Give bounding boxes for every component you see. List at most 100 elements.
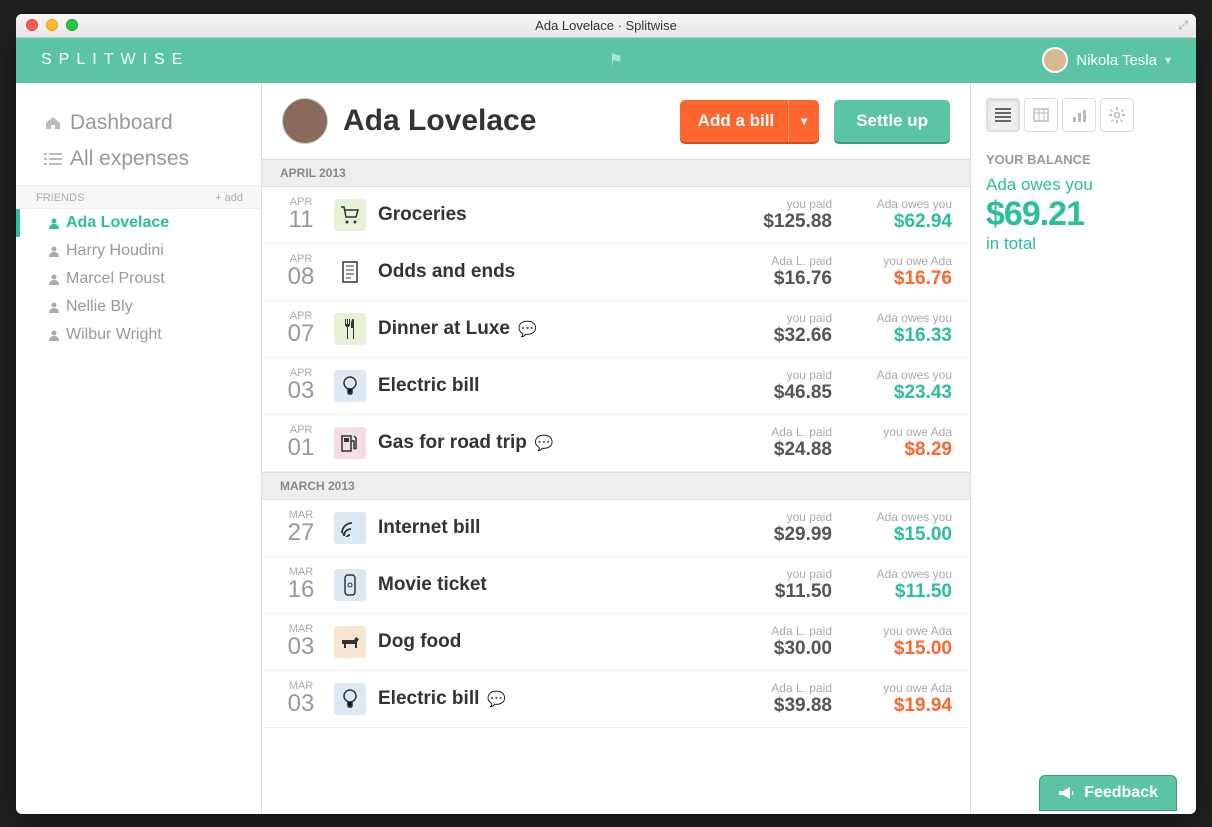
expense-row[interactable]: APR11Groceriesyou paid$125.88Ada owes yo… <box>262 187 970 244</box>
friend-name: Ada Lovelace <box>66 214 169 232</box>
expense-row[interactable]: MAR16 Movie ticketyou paid$11.50Ada owes … <box>262 557 970 614</box>
category-icon <box>334 626 366 658</box>
view-list-button[interactable] <box>986 98 1020 132</box>
expense-description: Movie ticket <box>378 574 712 596</box>
view-chart-button[interactable] <box>1062 98 1096 132</box>
settle-up-button[interactable]: Settle up <box>834 100 950 142</box>
chevron-down-icon: ▾ <box>1165 53 1171 67</box>
category-icon <box>334 199 366 231</box>
paid-column: Ada L. paid$39.88 <box>712 681 832 717</box>
friends-header-label: FRIENDS <box>36 192 84 204</box>
user-menu[interactable]: Nikola Tesla ▾ <box>1042 47 1171 73</box>
balance-line2: in total <box>986 234 1181 254</box>
expense-description: Groceries <box>378 204 712 226</box>
expense-row[interactable]: MAR03Electric bill 💬Ada L. paid$39.88you… <box>262 671 970 728</box>
person-icon <box>48 273 60 285</box>
owe-column: Ada owes you$23.43 <box>832 368 952 404</box>
expense-date: APR03 <box>280 368 322 403</box>
nav-dashboard-label: Dashboard <box>70 111 173 135</box>
list-icon <box>44 152 62 166</box>
sidebar-friend-2[interactable]: Marcel Proust <box>16 265 261 293</box>
expense-description: Electric bill <box>378 375 712 397</box>
expense-row[interactable]: MAR03 Dog foodAda L. paid$30.00you owe Ad… <box>262 614 970 671</box>
mac-titlebar: Ada Lovelace · Splitwise ⤢ <box>16 14 1196 38</box>
flag-icon[interactable]: ⚑ <box>189 50 1042 70</box>
person-icon <box>48 301 60 313</box>
sidebar-friend-0[interactable]: Ada Lovelace <box>16 209 261 237</box>
month-header: MARCH 2013 <box>262 472 970 500</box>
nav-dashboard[interactable]: Dashboard <box>16 105 261 141</box>
balance-header: YOUR BALANCE <box>986 152 1181 167</box>
app-topbar: SPLITWISE ⚑ Nikola Tesla ▾ <box>16 38 1196 83</box>
page-title: Ada Lovelace <box>343 104 665 138</box>
category-icon <box>334 256 366 288</box>
person-icon <box>48 245 60 257</box>
owe-column: you owe Ada$8.29 <box>832 425 952 461</box>
paid-column: you paid$46.85 <box>712 368 832 404</box>
comment-icon: 💬 <box>535 434 554 452</box>
category-icon <box>334 569 366 601</box>
sidebar-friend-4[interactable]: Wilbur Wright <box>16 321 261 349</box>
user-avatar-icon <box>1042 47 1068 73</box>
settle-up-label: Settle up <box>856 111 928 131</box>
expense-date: APR01 <box>280 425 322 460</box>
window-title: Ada Lovelace · Splitwise <box>16 18 1196 33</box>
expense-date: APR07 <box>280 311 322 346</box>
owe-column: Ada owes you$16.33 <box>832 311 952 347</box>
paid-column: Ada L. paid$16.76 <box>712 254 832 290</box>
add-bill-dropdown[interactable]: ▾ <box>788 100 819 142</box>
expense-date: MAR27 <box>280 510 322 545</box>
expense-description: Dog food <box>378 631 712 653</box>
user-name: Nikola Tesla <box>1076 52 1157 69</box>
sidebar-friend-3[interactable]: Nellie Bly <box>16 293 261 321</box>
settings-button[interactable] <box>1100 98 1134 132</box>
expense-row[interactable]: APR03 Electric billyou paid$46.85Ada owes… <box>262 358 970 415</box>
owe-column: Ada owes you$11.50 <box>832 567 952 603</box>
sidebar: Dashboard All expenses FRIENDS + add Ada… <box>16 83 261 814</box>
add-friend-button[interactable]: + add <box>215 192 243 204</box>
month-header: APRIL 2013 <box>262 159 970 187</box>
friend-avatar-icon <box>282 98 328 144</box>
paid-column: Ada L. paid$24.88 <box>712 425 832 461</box>
friend-name: Wilbur Wright <box>66 326 162 344</box>
expense-date: MAR16 <box>280 567 322 602</box>
paid-column: Ada L. paid$30.00 <box>712 624 832 660</box>
expense-row[interactable]: APR08Odds and endsAda L. paid$16.76you o… <box>262 244 970 301</box>
sidebar-friend-1[interactable]: Harry Houdini <box>16 237 261 265</box>
paid-column: you paid$125.88 <box>712 197 832 233</box>
friend-name: Marcel Proust <box>66 270 165 288</box>
expense-row[interactable]: MAR27Internet billyou paid$29.99Ada owes… <box>262 500 970 557</box>
balance-amount: $69.21 <box>986 195 1181 234</box>
expense-description: Dinner at Luxe 💬 <box>378 318 712 340</box>
owe-column: you owe Ada$15.00 <box>832 624 952 660</box>
expense-description: Odds and ends <box>378 261 712 283</box>
logo[interactable]: SPLITWISE <box>41 51 189 69</box>
owe-column: you owe Ada$19.94 <box>832 681 952 717</box>
person-icon <box>48 329 60 341</box>
feedback-button[interactable]: Feedback <box>1040 776 1176 810</box>
comment-icon: 💬 <box>487 690 506 708</box>
add-bill-label: Add a bill <box>698 111 775 131</box>
category-icon <box>334 370 366 402</box>
house-icon <box>44 116 62 130</box>
expense-date: MAR03 <box>280 624 322 659</box>
main-panel: Ada Lovelace Add a bill ▾ Settle up APRI… <box>261 83 971 814</box>
friend-name: Harry Houdini <box>66 242 164 260</box>
person-icon <box>48 217 60 229</box>
friends-header: FRIENDS + add <box>16 185 261 209</box>
expense-description: Electric bill 💬 <box>378 688 712 710</box>
add-bill-button[interactable]: Add a bill ▾ <box>680 100 820 142</box>
fullscreen-icon[interactable]: ⤢ <box>1178 18 1188 33</box>
owe-column: Ada owes you$62.94 <box>832 197 952 233</box>
comment-icon: 💬 <box>518 320 537 338</box>
view-calendar-button[interactable] <box>1024 98 1058 132</box>
expense-description: Gas for road trip 💬 <box>378 432 712 454</box>
expense-row[interactable]: APR07Dinner at Luxe 💬you paid$32.66Ada o… <box>262 301 970 358</box>
nav-all-expenses[interactable]: All expenses <box>16 141 261 177</box>
nav-all-expenses-label: All expenses <box>70 147 189 171</box>
category-icon <box>334 313 366 345</box>
paid-column: you paid$29.99 <box>712 510 832 546</box>
category-icon <box>334 512 366 544</box>
expense-row[interactable]: APR01 Gas for road trip 💬Ada L. paid$24.8… <box>262 415 970 472</box>
paid-column: you paid$11.50 <box>712 567 832 603</box>
